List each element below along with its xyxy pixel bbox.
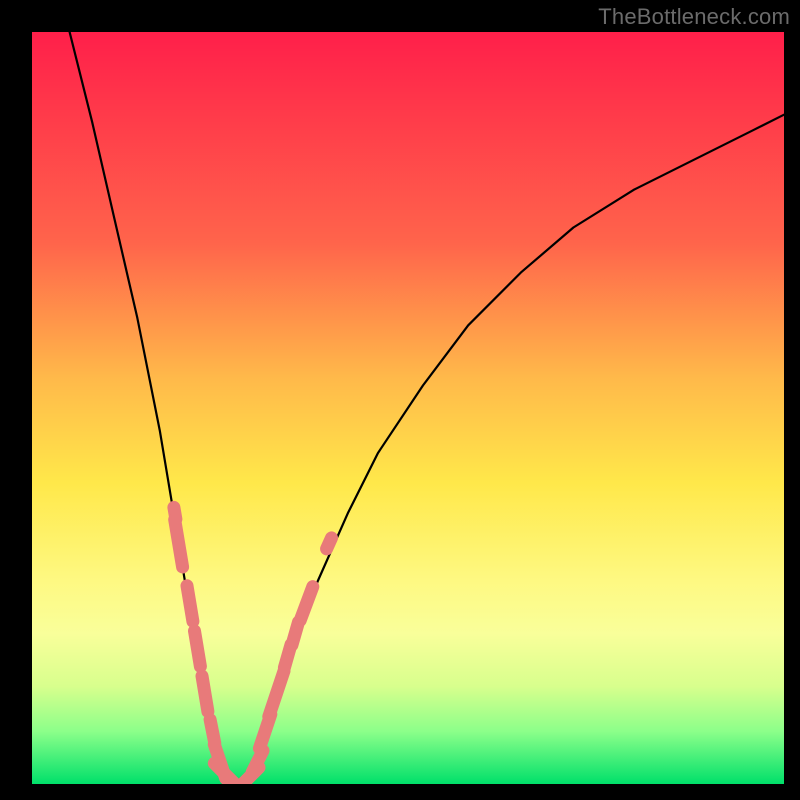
data-point-marker bbox=[269, 671, 284, 717]
data-point-marker bbox=[175, 520, 183, 567]
curve-layer bbox=[32, 32, 784, 784]
data-point-marker bbox=[195, 631, 201, 667]
data-point-marker bbox=[187, 586, 193, 622]
chart-frame: TheBottleneck.com bbox=[0, 0, 800, 800]
bottleneck-curve bbox=[70, 32, 784, 784]
data-point-marker bbox=[327, 538, 332, 549]
data-point-marker bbox=[202, 676, 208, 712]
data-point-marker bbox=[300, 587, 313, 621]
plot-area bbox=[32, 32, 784, 784]
watermark-text: TheBottleneck.com bbox=[598, 4, 790, 30]
